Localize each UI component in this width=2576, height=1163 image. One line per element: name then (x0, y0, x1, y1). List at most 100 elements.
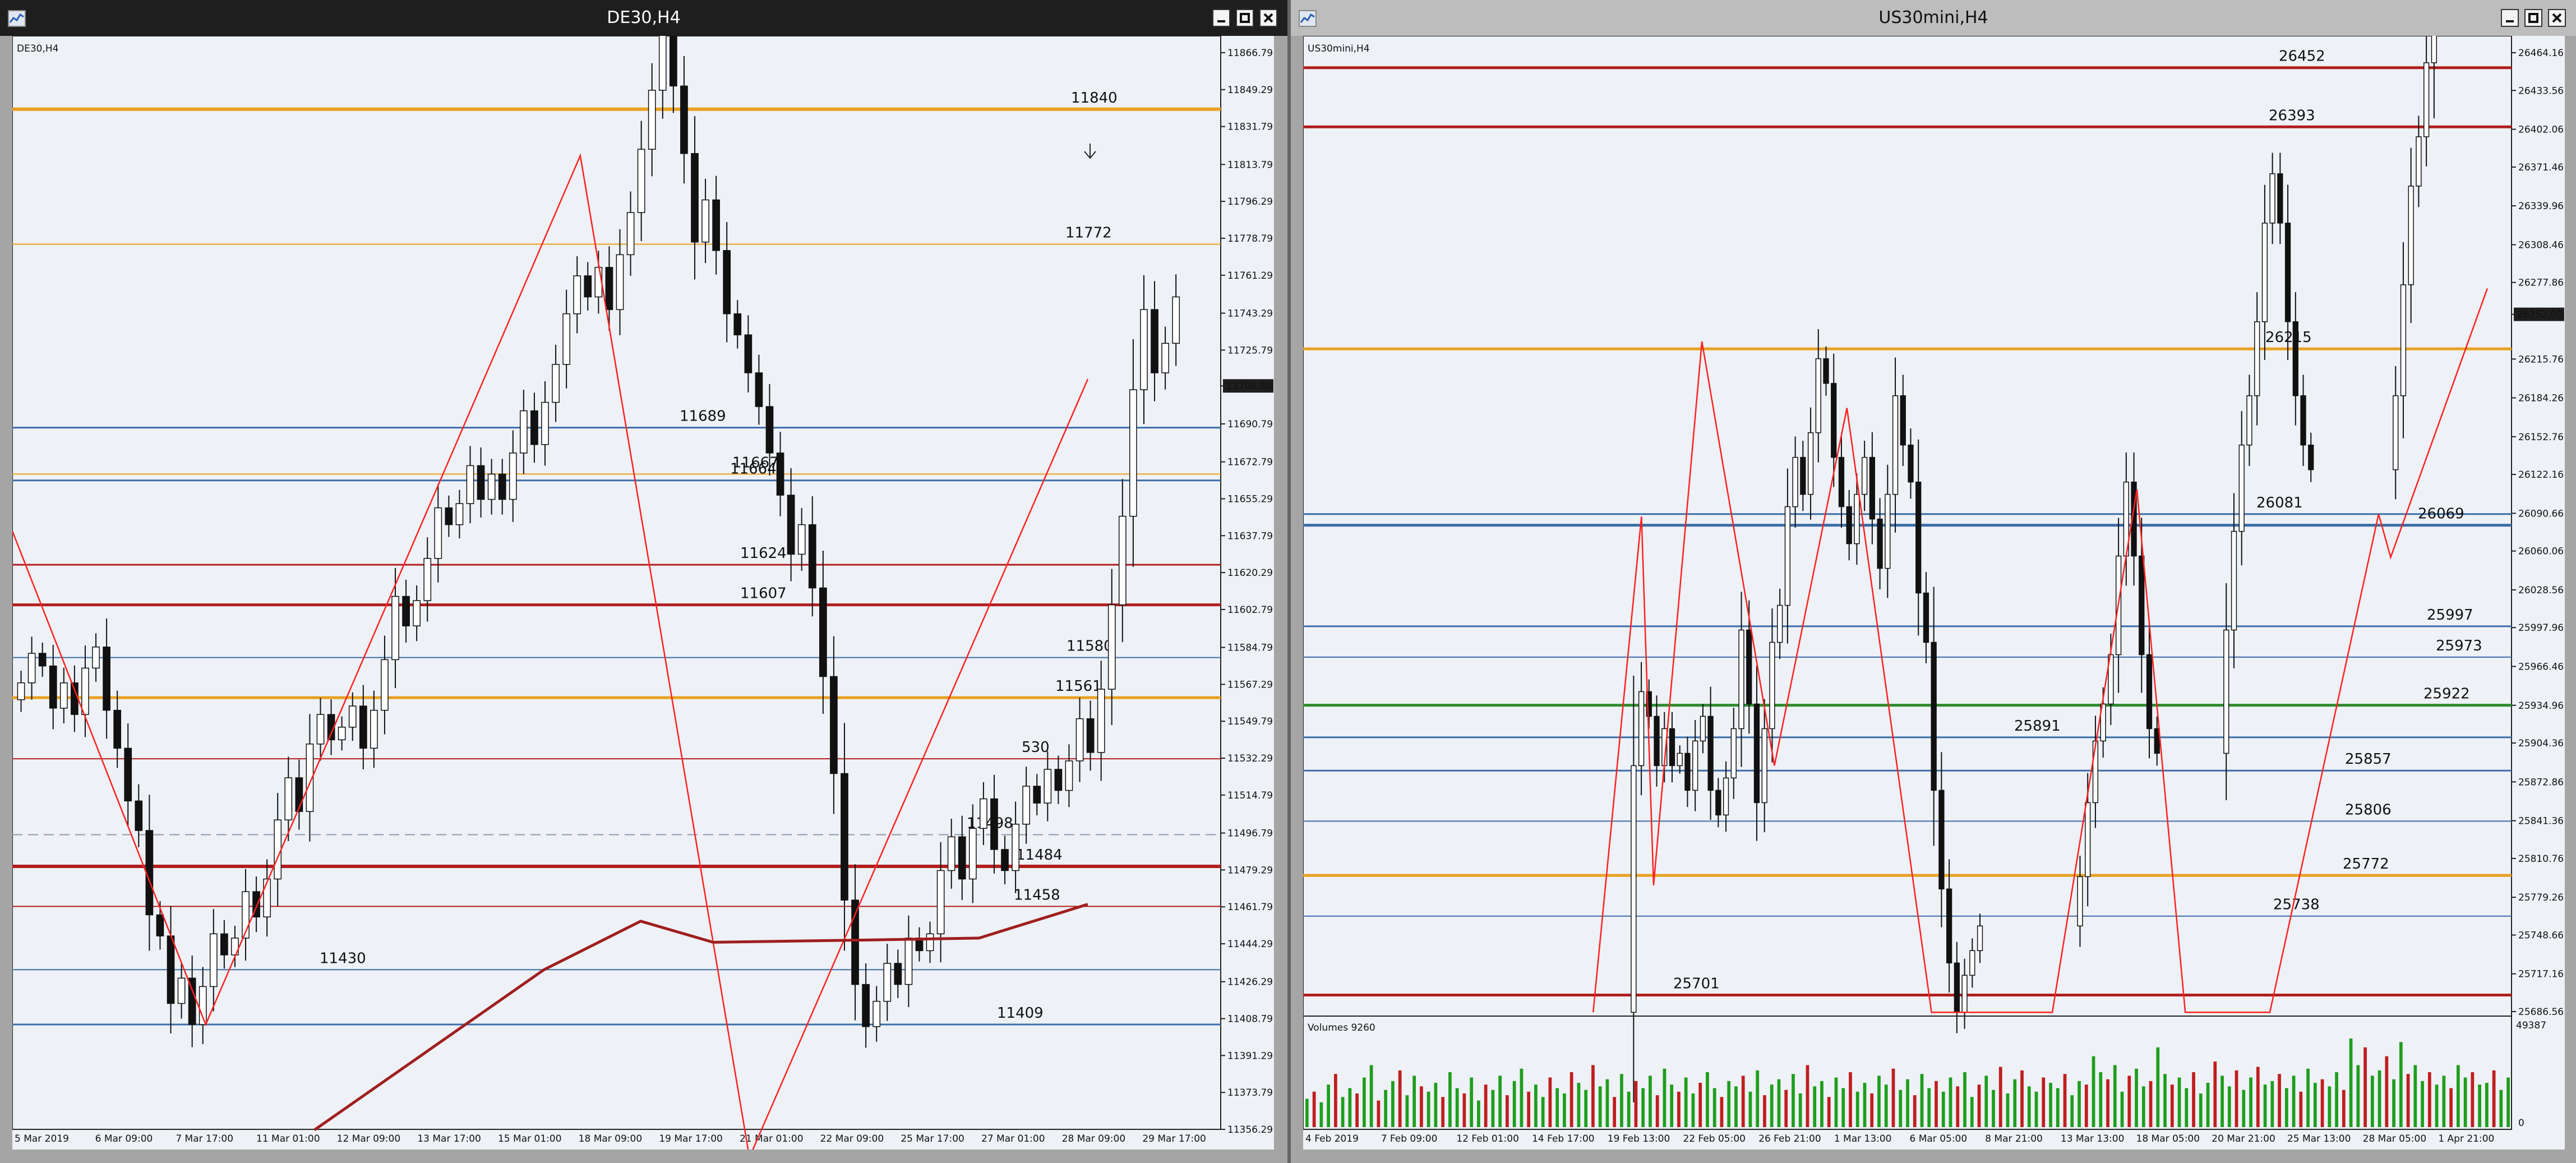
close-button[interactable] (1259, 9, 1277, 27)
volume-bar (2456, 1065, 2460, 1127)
volume-bar (1484, 1084, 1488, 1127)
price-tick-label: 11761.29 (1227, 270, 1273, 281)
volume-bar (2227, 1086, 2231, 1127)
title-bar[interactable]: US30mini,H4 (1291, 0, 2576, 36)
volume-bar (1319, 1102, 1323, 1127)
time-tick-label: 21 Mar 01:00 (740, 1133, 804, 1144)
time-tick-label: 25 Mar 13:00 (2287, 1133, 2351, 1144)
candle-body (2393, 395, 2399, 470)
volume-bar (1613, 1097, 1617, 1127)
volume-bar (2163, 1074, 2167, 1127)
volume-bar (1448, 1072, 1452, 1127)
minimize-button[interactable] (1212, 9, 1230, 27)
level-label: 25772 (2343, 856, 2389, 873)
price-tick-label: 11655.29 (1227, 493, 1273, 505)
candle-body (904, 938, 913, 985)
time-tick-label: 27 Mar 01:00 (981, 1133, 1045, 1144)
candle-body (466, 465, 474, 504)
candle-body (1654, 716, 1660, 767)
level-label: 530 (1022, 739, 1050, 756)
candle-body (1033, 786, 1041, 804)
volume-bar (1334, 1074, 1337, 1127)
volume-bar (2427, 1072, 2431, 1127)
candle-body (81, 667, 89, 715)
candle-body (1885, 493, 1891, 569)
price-tick-label: 25997.96 (2518, 622, 2564, 634)
volume-bar (1598, 1086, 1602, 1127)
candle-body (402, 596, 410, 626)
volume-bar (1470, 1077, 1474, 1127)
volume-bar (2192, 1072, 2195, 1127)
chart-canvas[interactable]: US30mini,H4 26464.16 26433.56 26402.06 26371… (1303, 36, 2565, 1150)
candle-body (1931, 642, 1937, 791)
volume-bar (1569, 1072, 1573, 1127)
candle-body (1846, 506, 1852, 544)
volume-bar (2256, 1067, 2260, 1127)
level-label: 25806 (2345, 801, 2392, 818)
level-label: 25738 (2273, 897, 2320, 913)
candle-body (1792, 456, 1798, 507)
volume-bar (2027, 1086, 2031, 1127)
chart-window-de30[interactable]: DE30,H4 DE30,H4 11866.79 11849.29 11831.79 1… (0, 0, 1287, 1163)
candle-body (1107, 604, 1116, 690)
price-tick-label: 11725.79 (1227, 345, 1273, 356)
candle-body (1075, 718, 1084, 762)
candle-body (2300, 395, 2306, 446)
price-chart-us30mini[interactable]: US30mini,H4 26464.16 26433.56 26402.06 26371… (1303, 36, 2565, 1150)
candle-body (1900, 395, 1906, 446)
volume-bar (1634, 1081, 1638, 1127)
candle-body (658, 36, 667, 91)
chart-canvas[interactable]: DE30,H4 11866.79 11849.29 11831.79 11813.79 1… (12, 36, 1274, 1150)
candle-body (1097, 689, 1105, 753)
price-tick-label: 11391.29 (1227, 1050, 1273, 1062)
price-tick-label: 25810.76 (2518, 853, 2564, 865)
candle-body (1877, 518, 1883, 569)
minimize-button[interactable] (2501, 9, 2519, 27)
volume-bar (1348, 1088, 1352, 1127)
window-title: DE30,H4 (607, 8, 681, 27)
candle-body (1723, 777, 1729, 816)
volume-bar (2220, 1076, 2224, 1127)
volume-bar (1527, 1091, 1531, 1127)
volume-bar (2156, 1047, 2160, 1127)
candle-body (605, 267, 613, 310)
volume-bar (1420, 1086, 1423, 1127)
candle-body (167, 935, 175, 1004)
title-bar[interactable]: DE30,H4 (0, 0, 1287, 36)
volume-bar (2471, 1072, 2475, 1127)
candle-body (2254, 321, 2260, 396)
price-tick-label: 26122.16 (2518, 469, 2564, 481)
volume-bar (1512, 1081, 1516, 1127)
volume-bar (1620, 1074, 1623, 1127)
volume-bar (1506, 1095, 1509, 1127)
volume-min-label: 0 (2518, 1118, 2524, 1129)
candle-body (958, 836, 966, 880)
level-label: 11458 (1014, 887, 1060, 903)
candle-body (616, 254, 624, 310)
restore-button[interactable] (1236, 9, 1254, 27)
price-tick-label: 25934.96 (2518, 700, 2564, 712)
price-chart-de30[interactable]: DE30,H4 11866.79 11849.29 11831.79 11813.79 1… (12, 36, 1274, 1150)
volume-bar (2063, 1074, 2067, 1127)
candle-body (1065, 760, 1073, 791)
chart-window-us30mini[interactable]: US30mini,H4 US30mini,H4 26464.16 26433.56 2… (1291, 0, 2576, 1163)
volume-bar (1806, 1065, 1809, 1127)
candle-body (723, 250, 731, 315)
restore-button[interactable] (2524, 9, 2542, 27)
level-label: 11624 (740, 545, 787, 562)
candle-body (797, 524, 806, 555)
price-tick-label: 11567.29 (1227, 679, 1273, 690)
candle-body (1022, 786, 1031, 825)
candle-body (1807, 432, 1814, 495)
price-tick-label: 11461.79 (1227, 902, 1273, 913)
close-button[interactable] (2548, 9, 2566, 27)
price-tick-label: 26371.46 (2518, 162, 2564, 173)
volume-bar (2006, 1093, 2010, 1127)
candle-body (1923, 592, 1929, 643)
volume-bar (2242, 1090, 2246, 1127)
candle-body (765, 406, 774, 454)
volume-bar (1677, 1091, 1681, 1127)
candle-body (1800, 456, 1806, 495)
candle-body (830, 676, 838, 774)
candle-body (156, 914, 164, 936)
